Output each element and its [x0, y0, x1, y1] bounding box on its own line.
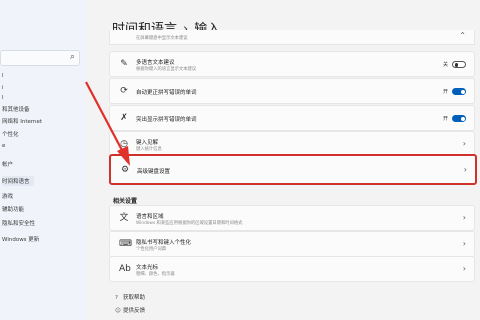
sidebar-item[interactable]: i	[2, 85, 4, 91]
sidebar-item-personalization[interactable]: 个性化	[2, 130, 19, 138]
get-help-link[interactable]: ? 获取帮助	[115, 293, 145, 301]
inking-typing-row[interactable]: ⌨ 隐私书写和键入个性化 个性化用户词典 ›	[109, 231, 475, 257]
text-cursor-icon: Ab	[119, 264, 131, 274]
sidebar-item[interactable]: e	[2, 143, 5, 149]
row-label: 文本光标	[136, 265, 159, 271]
row-label: 隐私书写和键入个性化	[136, 240, 192, 246]
toggle-state-label: 开	[442, 89, 448, 95]
row-label: 突出显示拼写错误的单词	[136, 117, 197, 123]
row-description: 粗细、颜色、指示器	[136, 272, 175, 277]
text-cursor-row[interactable]: Ab 文本光标 粗细、颜色、指示器 ›	[109, 256, 475, 282]
sidebar-item-privacy[interactable]: 隐私和安全性	[2, 219, 35, 227]
sidebar-item-network[interactable]: 网络和 Internet	[2, 117, 42, 125]
chevron-right-icon: ›	[462, 264, 466, 273]
spellcheck-icon: ⟳	[120, 86, 128, 96]
sidebar-item-time-language[interactable]: 时间和语言	[2, 176, 34, 186]
toggle-state-label: 关	[442, 62, 448, 68]
autocorrect-row: ⟳ 自动更正拼写错误的单词 开	[109, 78, 475, 104]
row-description: 个性化用户词典	[136, 247, 167, 252]
chevron-right-icon: ›	[462, 139, 466, 148]
related-settings-heading: 相关设置	[113, 198, 138, 205]
link-label: 获取帮助	[123, 295, 146, 301]
gear-icon: ⚙	[120, 165, 130, 175]
advanced-keyboard-settings-row[interactable]: ⚙ 高级键盘设置 ›	[109, 154, 477, 185]
keyboard-icon: ⌨	[119, 239, 132, 249]
chevron-right-icon: ›	[462, 239, 466, 248]
text-suggestion-icon: ✎	[120, 59, 128, 69]
sidebar-item-gaming[interactable]: 游戏	[2, 192, 13, 200]
multilang-suggestions-row: ✎ 多语言文本建议 根据你键入的语言显示文本建议 关	[109, 51, 475, 77]
help-icon: ?	[115, 295, 118, 301]
sidebar-item-accessibility[interactable]: 辅助功能	[2, 205, 24, 213]
highlight-misspelled-row: ✗ 突出显示拼写错误的单词 开	[109, 105, 475, 131]
sidebar: ⌕ l i l 和其他设备 网络和 Internet 个性化 e 帐户 时间和语…	[0, 0, 86, 320]
search-icon: ⌕	[69, 52, 75, 62]
row-label: 高级键盘设置	[137, 169, 171, 175]
highlight-misspell-icon: ✗	[120, 113, 128, 123]
toggle-state-label: 开	[442, 116, 448, 122]
highlight-toggle[interactable]	[452, 115, 466, 122]
sidebar-item[interactable]: l	[2, 95, 4, 101]
link-label: 提供反馈	[123, 308, 146, 314]
row-label: 键入见解	[136, 140, 159, 146]
row-description: Windows 和某些应用根据你的区域设置日期和时间格式	[136, 221, 243, 226]
chevron-up-icon[interactable]: ⌃	[459, 31, 466, 40]
row-label: 多语言文本建议	[136, 60, 175, 66]
sidebar-item[interactable]: l	[2, 73, 4, 79]
chevron-right-icon: ›	[462, 213, 466, 222]
row-description: 键入统计信息	[136, 147, 162, 152]
language-region-row[interactable]: 文 语言和区域 Windows 和某些应用根据你的区域设置日期和时间格式 ›	[109, 205, 475, 231]
feedback-icon: ☺	[115, 308, 121, 314]
row-label: 自动更正拼写错误的单词	[136, 90, 197, 96]
text-suggestions-row[interactable]: 在屏幕键盘中显示文本建议 ⌃	[109, 30, 475, 45]
sidebar-item-windows-update[interactable]: Windows 更新	[2, 235, 39, 243]
row-label: 语言和区域	[136, 214, 164, 220]
language-icon: 文	[119, 213, 129, 223]
sidebar-item-accounts[interactable]: 帐户	[2, 160, 13, 168]
multilang-toggle[interactable]	[452, 61, 466, 68]
search-input[interactable]: ⌕	[0, 50, 80, 66]
row-description: 在屏幕键盘中显示文本建议	[136, 36, 188, 41]
sidebar-item-devices[interactable]: 和其他设备	[2, 105, 30, 113]
give-feedback-link[interactable]: ☺ 提供反馈	[115, 306, 145, 314]
clock-icon: ◷	[120, 139, 128, 149]
row-description: 根据你键入的语言显示文本建议	[136, 67, 197, 72]
chevron-right-icon: ›	[463, 165, 467, 174]
autocorrect-toggle[interactable]	[452, 88, 466, 95]
